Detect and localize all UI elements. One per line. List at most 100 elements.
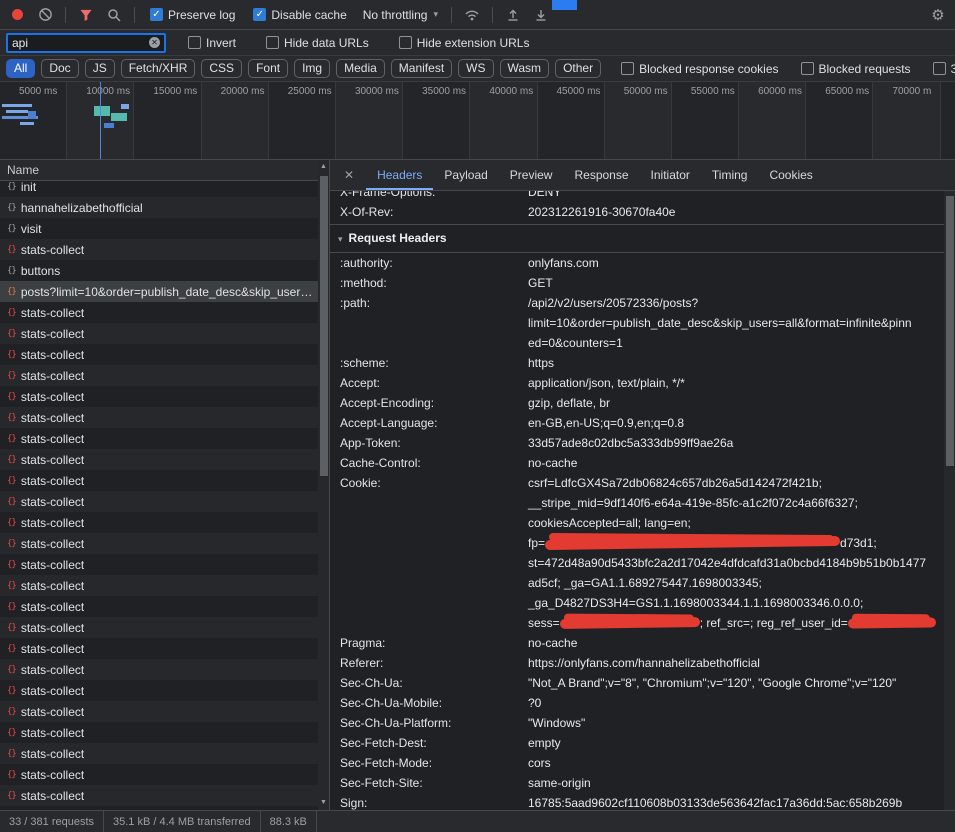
filter-chip-css[interactable]: CSS	[201, 59, 242, 78]
request-name: stats-collect	[21, 810, 84, 811]
filter-chip-other[interactable]: Other	[555, 59, 601, 78]
request-row[interactable]: {}stats-collect	[0, 323, 329, 344]
tab-preview[interactable]: Preview	[499, 160, 564, 190]
timeline-column: 35000 ms	[403, 82, 470, 159]
request-row[interactable]: {}stats-collect	[0, 512, 329, 533]
filter-chip-js[interactable]: JS	[85, 59, 115, 78]
close-details-button[interactable]: ✕	[330, 168, 366, 182]
request-row[interactable]: {}stats-collect	[0, 365, 329, 386]
header-row: X-Of-Rev:202312261916-30670fa40e	[330, 202, 944, 222]
checkbox-checked-icon: ✓	[253, 8, 266, 21]
disable-cache-toggle[interactable]: ✓ Disable cache	[253, 8, 346, 22]
timeline-overview[interactable]: 5000 ms10000 ms15000 ms20000 ms25000 ms3…	[0, 82, 955, 160]
request-row[interactable]: {}stats-collect	[0, 407, 329, 428]
request-row[interactable]: {}stats-collect	[0, 575, 329, 596]
request-row[interactable]: {}stats-collect	[0, 701, 329, 722]
request-row[interactable]: {}init	[0, 181, 329, 197]
scroll-up-icon[interactable]: ▲	[318, 161, 329, 173]
request-row[interactable]: {}posts?limit=10&order=publish_date_desc…	[0, 281, 329, 302]
request-row[interactable]: {}stats-collect	[0, 428, 329, 449]
filter-chip-fetch-xhr[interactable]: Fetch/XHR	[121, 59, 196, 78]
scroll-down-icon[interactable]: ▼	[318, 797, 329, 809]
request-headers-section[interactable]: ▾ Request Headers	[330, 225, 944, 253]
request-row[interactable]: {}stats-collect	[0, 722, 329, 743]
request-row[interactable]: {}stats-collect	[0, 659, 329, 680]
name-column-header[interactable]: Name	[0, 160, 329, 181]
filter-chip-doc[interactable]: Doc	[41, 59, 78, 78]
scrollbar-thumb[interactable]	[946, 196, 954, 466]
request-row[interactable]: {}hannahelizabethofficial	[0, 197, 329, 218]
filter-chip-all[interactable]: All	[6, 59, 35, 78]
request-row[interactable]: {}stats-collect	[0, 638, 329, 659]
disclosure-triangle-icon: ▾	[338, 234, 343, 244]
request-row[interactable]: {}stats-collect	[0, 533, 329, 554]
import-har-button[interactable]	[500, 3, 526, 27]
request-row[interactable]: {}buttons	[0, 260, 329, 281]
request-row[interactable]: {}stats-collect	[0, 617, 329, 638]
request-row[interactable]: {}stats-collect	[0, 596, 329, 617]
tab-payload[interactable]: Payload	[433, 160, 498, 190]
header-name: Referer:	[340, 653, 528, 673]
filter-chip-wasm[interactable]: Wasm	[500, 59, 550, 78]
checkbox-checked-icon: ✓	[150, 8, 163, 21]
clear-button[interactable]	[32, 3, 58, 27]
record-icon	[12, 9, 23, 20]
request-row[interactable]: {}visit	[0, 218, 329, 239]
preserve-log-toggle[interactable]: ✓ Preserve log	[150, 8, 235, 22]
request-row[interactable]: {}stats-collect	[0, 554, 329, 575]
hide-data-urls-toggle[interactable]: Hide data URLs	[266, 36, 369, 50]
header-value-line: no-cache	[528, 633, 944, 653]
filter-chip-font[interactable]: Font	[248, 59, 288, 78]
status-bar: 33 / 381 requests 35.1 kB / 4.4 MB trans…	[0, 810, 955, 832]
request-row[interactable]: {}stats-collect	[0, 386, 329, 407]
scrollbar-thumb[interactable]	[320, 176, 328, 476]
header-row: Sec-Fetch-Mode:cors	[330, 753, 944, 773]
third-party-requests-toggle[interactable]: 3rd-party requests	[933, 62, 955, 76]
tab-cookies[interactable]: Cookies	[758, 160, 823, 190]
record-button[interactable]	[4, 3, 30, 27]
filter-button[interactable]	[73, 3, 99, 27]
tab-initiator[interactable]: Initiator	[640, 160, 701, 190]
request-row[interactable]: {}stats-collect	[0, 680, 329, 701]
request-row[interactable]: {}stats-collect	[0, 449, 329, 470]
request-row[interactable]: {}stats-collect	[0, 470, 329, 491]
network-activity-mark	[2, 104, 32, 107]
throttling-select[interactable]: No throttling ▾	[363, 8, 438, 22]
tab-timing[interactable]: Timing	[701, 160, 759, 190]
request-row[interactable]: {}stats-collect	[0, 239, 329, 260]
filter-chip-ws[interactable]: WS	[458, 59, 493, 78]
header-row: Sec-Ch-Ua-Mobile:?0	[330, 693, 944, 713]
blocked-requests-toggle[interactable]: Blocked requests	[801, 62, 911, 76]
blocked-response-cookies-toggle[interactable]: Blocked response cookies	[621, 62, 778, 76]
settings-button[interactable]: ⚙	[925, 3, 951, 27]
header-name: Pragma:	[340, 633, 528, 653]
request-type-icon: {}	[7, 245, 16, 255]
filter-input[interactable]	[12, 36, 149, 50]
request-row[interactable]: {}stats-collect	[0, 302, 329, 323]
request-type-icon: {}	[7, 329, 16, 339]
request-row[interactable]: {}stats-collect	[0, 344, 329, 365]
request-name: buttons	[21, 264, 60, 278]
hide-extension-urls-toggle[interactable]: Hide extension URLs	[399, 36, 530, 50]
request-row[interactable]: {}stats-collect	[0, 491, 329, 512]
filter-chip-media[interactable]: Media	[336, 59, 385, 78]
network-conditions-button[interactable]	[459, 3, 485, 27]
request-row[interactable]: {}stats-collect	[0, 806, 329, 810]
filter-chip-manifest[interactable]: Manifest	[391, 59, 452, 78]
request-name: stats-collect	[21, 768, 84, 782]
clear-filter-icon[interactable]: ✕	[149, 37, 160, 48]
request-row[interactable]: {}stats-collect	[0, 743, 329, 764]
filter-chip-img[interactable]: Img	[294, 59, 330, 78]
tab-headers[interactable]: Headers	[366, 160, 433, 190]
export-har-button[interactable]	[528, 3, 554, 27]
tab-response[interactable]: Response	[563, 160, 639, 190]
request-row[interactable]: {}stats-collect	[0, 764, 329, 785]
section-title: Request Headers	[349, 231, 447, 245]
header-row: X-Frame-Options:DENY	[330, 191, 944, 202]
request-rows: {}init{}hannahelizabethofficial{}visit{}…	[0, 181, 329, 810]
search-button[interactable]	[101, 3, 127, 27]
request-row[interactable]: {}stats-collect	[0, 785, 329, 806]
request-type-icon: {}	[7, 308, 16, 318]
timeline-tick-label: 5000 ms	[0, 86, 66, 97]
invert-toggle[interactable]: Invert	[188, 36, 236, 50]
